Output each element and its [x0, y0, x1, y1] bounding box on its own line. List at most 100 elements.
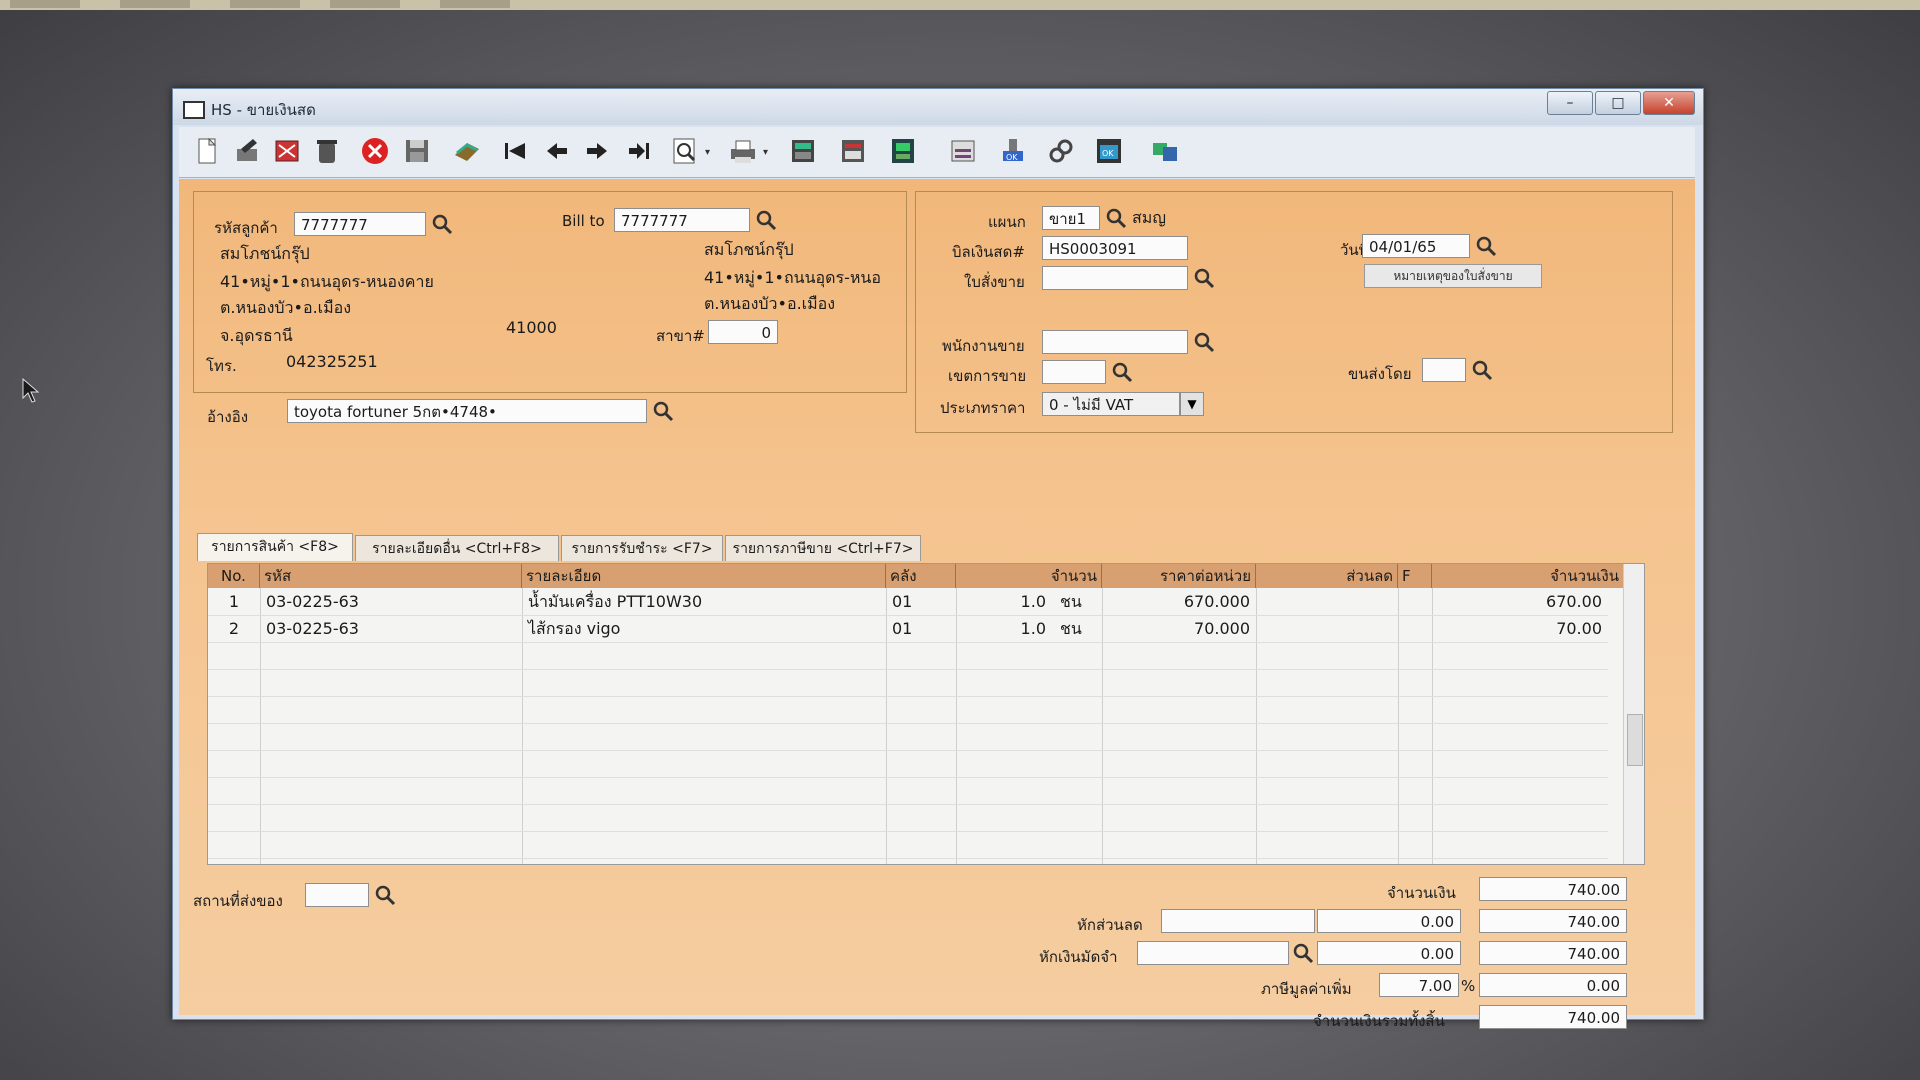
sales-order-search-icon[interactable] — [1192, 266, 1216, 290]
report-icon[interactable] — [837, 135, 869, 167]
customer-code-label: รหัสลูกค้า — [214, 219, 278, 237]
grid-row-line — [208, 669, 1608, 670]
branch-input[interactable]: 0 — [708, 320, 778, 344]
col-code[interactable]: รหัส — [260, 564, 522, 588]
exchange-icon[interactable] — [1149, 135, 1181, 167]
customer-code-input[interactable]: 7777777 — [294, 212, 426, 236]
title-bar[interactable]: HS - ขายเงินสด – □ ✕ — [173, 89, 1703, 125]
previous-record-icon[interactable] — [541, 135, 573, 167]
cell-no: 1 — [228, 592, 240, 611]
date-input[interactable]: 04/01/65 — [1362, 234, 1470, 258]
menu-item — [330, 0, 400, 8]
ship-by-input[interactable] — [1422, 358, 1466, 382]
cell-flag — [1398, 615, 1432, 642]
confirm-icon[interactable]: OK — [1093, 135, 1125, 167]
slip-icon[interactable] — [887, 135, 919, 167]
col-no[interactable]: No. — [208, 564, 260, 588]
last-record-icon[interactable] — [623, 135, 655, 167]
grand-total-label: จำนวนเงินรวมทั้งสิ้น — [1313, 1012, 1445, 1030]
close-window-button[interactable]: ✕ — [1643, 91, 1695, 115]
sales-area-input[interactable] — [1042, 360, 1106, 384]
tab-payments[interactable]: รายการรับชำระ <F7> — [561, 535, 723, 561]
table-row[interactable]: 1 03-0225-63 น้ำมันเครื่อง PTT10W30 01 1… — [208, 588, 1608, 615]
window-icon — [183, 101, 205, 119]
salesman-search-icon[interactable] — [1192, 330, 1216, 354]
reference-search-icon[interactable] — [651, 399, 675, 423]
grid-row-line — [208, 804, 1608, 805]
deposit-input[interactable] — [1137, 941, 1289, 965]
print-dropdown-icon[interactable]: ▾ — [763, 147, 773, 158]
reference-label: อ้างอิง — [207, 408, 249, 426]
deposit-total: 740.00 — [1479, 941, 1627, 965]
col-unit-price[interactable]: ราคาต่อหน่วย — [1102, 564, 1256, 588]
maximize-button[interactable]: □ — [1595, 91, 1641, 115]
tools-icon[interactable] — [1045, 135, 1077, 167]
cancel-document-icon[interactable] — [271, 135, 303, 167]
next-record-icon[interactable] — [581, 135, 613, 167]
search-dropdown-icon[interactable]: ▾ — [705, 147, 715, 158]
sales-order-input[interactable] — [1042, 266, 1188, 290]
chevron-down-icon[interactable]: ▼ — [1180, 392, 1204, 416]
records-icon[interactable] — [451, 135, 483, 167]
price-type-label: ประเภทราคา — [940, 399, 1026, 417]
salesman-input[interactable] — [1042, 330, 1188, 354]
print-icon[interactable] — [727, 135, 759, 167]
form-body: รหัสลูกค้า 7777777 สมโภชน์กรุ๊ป 41•หมู่•… — [179, 179, 1695, 1030]
col-discount[interactable]: ส่วนลด — [1256, 564, 1398, 588]
new-document-icon[interactable] — [191, 135, 223, 167]
tab-items[interactable]: รายการสินค้า <F8> — [197, 533, 353, 561]
cell-quantity: 1.0 — [1020, 619, 1046, 638]
date-picker-icon[interactable] — [1474, 234, 1498, 258]
cell-discount — [1256, 588, 1398, 615]
billto-search-icon[interactable] — [754, 208, 778, 232]
reference-input[interactable]: toyota fortuner 5กต•4748• — [287, 399, 647, 423]
discount-input[interactable] — [1161, 909, 1315, 933]
deposit-search-icon[interactable] — [1291, 941, 1315, 965]
customer-panel: รหัสลูกค้า 7777777 สมโภชน์กรุ๊ป 41•หมู่•… — [193, 191, 907, 393]
save-icon[interactable] — [401, 135, 433, 167]
col-quantity[interactable]: จำนวน — [956, 564, 1102, 588]
first-record-icon[interactable] — [499, 135, 531, 167]
sales-area-search-icon[interactable] — [1110, 360, 1134, 384]
vat-rate-input[interactable]: 7.00 — [1379, 973, 1459, 997]
col-amount[interactable]: จำนวนเงิน — [1432, 564, 1624, 588]
bill-number-input[interactable]: HS0003091 — [1042, 236, 1188, 260]
search-icon[interactable] — [669, 135, 701, 167]
ship-by-search-icon[interactable] — [1470, 358, 1494, 382]
billto-code-input[interactable]: 7777777 — [614, 208, 750, 232]
cell-unit-price: 670.000 — [1183, 592, 1250, 611]
sales-area-label: เขตการขาย — [948, 367, 1027, 385]
cell-description: ไส้กรอง vigo — [528, 619, 621, 638]
sales-order-note-button[interactable]: หมายเหตุของใบสั่งขาย — [1364, 264, 1542, 288]
ship-place-label: สถานที่ส่งของ — [193, 892, 283, 910]
col-flag[interactable]: F — [1398, 564, 1432, 588]
edit-icon[interactable] — [231, 135, 263, 167]
minimize-button[interactable]: – — [1547, 91, 1593, 115]
approve-icon[interactable]: OK — [997, 135, 1029, 167]
price-type-select[interactable]: 0 - ไม่มี VAT — [1042, 392, 1180, 416]
cell-quantity: 1.0 — [1020, 592, 1046, 611]
tab-sales-tax[interactable]: รายการภาษีขาย <Ctrl+F7> — [725, 535, 921, 561]
vat-percent-sign: % — [1461, 977, 1476, 995]
tab-other-details[interactable]: รายละเอียดอื่น <Ctrl+F8> — [355, 535, 559, 561]
department-input[interactable]: ขาย1 — [1042, 206, 1100, 230]
scrollbar-thumb[interactable] — [1627, 714, 1643, 766]
col-warehouse[interactable]: คลัง — [886, 564, 956, 588]
receipt-icon[interactable] — [947, 135, 979, 167]
ship-place-input[interactable] — [305, 883, 369, 907]
department-search-icon[interactable] — [1104, 206, 1128, 230]
customer-search-icon[interactable] — [430, 212, 454, 236]
customer-name: สมโภชน์กรุ๊ป — [220, 244, 310, 263]
ship-place-search-icon[interactable] — [373, 883, 397, 907]
grid-row-line — [208, 696, 1608, 697]
grid-header: No. รหัส รายละเอียด คลัง จำนวน ราคาต่อหน… — [208, 564, 1644, 588]
table-row[interactable]: 2 03-0225-63 ไส้กรอง vigo 01 1.0 ชน 70.0… — [208, 615, 1608, 642]
delete-icon[interactable] — [311, 135, 343, 167]
calculator-icon[interactable] — [787, 135, 819, 167]
department-label: แผนก — [988, 213, 1026, 231]
billto-label: Bill to — [562, 212, 605, 230]
discount-value: 0.00 — [1317, 909, 1461, 933]
col-description[interactable]: รายละเอียด — [522, 564, 886, 588]
grid-scrollbar[interactable] — [1623, 564, 1644, 864]
close-icon[interactable] — [359, 135, 391, 167]
